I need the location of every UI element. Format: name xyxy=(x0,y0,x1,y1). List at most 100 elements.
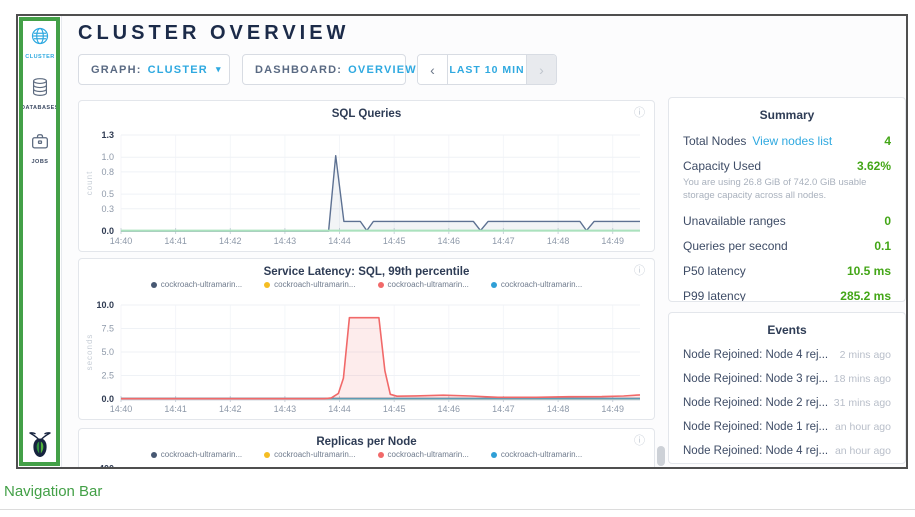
time-next-button[interactable]: › xyxy=(526,55,556,84)
graph-dropdown-label: GRAPH: xyxy=(91,64,142,76)
svg-text:14:40: 14:40 xyxy=(110,404,133,414)
chart-plot[interactable]: 14:4014:4114:4214:4314:4414:4514:4614:47… xyxy=(83,125,650,249)
svg-text:14:46: 14:46 xyxy=(438,404,461,414)
legend-dot-icon xyxy=(378,452,384,458)
app-window: CLUSTER DATABASES xyxy=(16,14,908,469)
dashboard-dropdown[interactable]: DASHBOARD: OVERVIEW ▾ xyxy=(242,54,406,85)
summary-row: P99 latency 285.2 ms xyxy=(683,289,891,302)
svg-text:0.3: 0.3 xyxy=(101,204,114,214)
svg-text:14:43: 14:43 xyxy=(274,236,297,246)
events-panel: Events Node Rejoined: Node 4 rej... 2 mi… xyxy=(668,312,906,464)
svg-text:5.0: 5.0 xyxy=(101,347,114,357)
event-row[interactable]: Node Rejoined: Node 2 rej... 31 mins ago xyxy=(683,397,891,409)
event-row[interactable]: Node Rejoined: Node 1 rej... an hour ago xyxy=(683,421,891,433)
sidebar-item-databases[interactable]: DATABASES xyxy=(18,76,62,111)
briefcase-icon xyxy=(18,130,62,157)
page-title: CLUSTER OVERVIEW xyxy=(78,22,349,45)
total-nodes-label: Total NodesView nodes list xyxy=(683,134,832,148)
info-icon[interactable]: ⓘ xyxy=(634,266,645,277)
total-nodes-value: 4 xyxy=(884,134,891,148)
svg-text:14:44: 14:44 xyxy=(328,404,351,414)
chart-title: Service Latency: SQL, 99th percentile xyxy=(79,259,654,278)
dashboard-dropdown-value: OVERVIEW xyxy=(348,64,417,76)
event-row[interactable]: Node Rejoined: Node 4 rej... 2 mins ago xyxy=(683,349,891,361)
graph-dropdown[interactable]: GRAPH: CLUSTER ▾ xyxy=(78,54,230,85)
legend-dot-icon xyxy=(491,282,497,288)
event-row[interactable]: Node Rejoined: Node 4 rej... an hour ago xyxy=(683,445,891,457)
svg-text:14:49: 14:49 xyxy=(601,236,624,246)
time-range-selector: ‹ LAST 10 MIN › xyxy=(417,54,557,85)
chart-title: SQL Queries xyxy=(79,101,654,120)
svg-text:14:43: 14:43 xyxy=(274,404,297,414)
chevron-down-icon: ▾ xyxy=(216,64,222,75)
sidebar: CLUSTER DATABASES xyxy=(18,16,62,467)
sidebar-item-label: CLUSTER xyxy=(18,54,62,60)
svg-text:14:40: 14:40 xyxy=(110,236,133,246)
chart-title: Replicas per Node xyxy=(79,429,654,448)
info-icon[interactable]: ⓘ xyxy=(634,108,645,119)
svg-text:0.0: 0.0 xyxy=(101,226,114,236)
divider xyxy=(0,509,915,510)
legend-dot-icon xyxy=(264,282,270,288)
svg-text:seconds: seconds xyxy=(85,334,94,371)
cockroachdb-logo[interactable] xyxy=(18,430,62,463)
legend-item[interactable]: cockroach-ultramarin... xyxy=(378,450,469,459)
summary-panel: Summary Total NodesView nodes list 4 Cap… xyxy=(668,97,906,302)
summary-title: Summary xyxy=(683,108,891,122)
capacity-note: You are using 26.8 GiB of 742.0 GiB usab… xyxy=(683,177,891,203)
legend-item[interactable]: cockroach-ultramarin... xyxy=(264,280,355,289)
sidebar-item-jobs[interactable]: JOBS xyxy=(18,130,62,165)
svg-text:1.0: 1.0 xyxy=(101,152,114,162)
summary-row: Queries per second 0.1 xyxy=(683,239,891,253)
svg-text:400: 400 xyxy=(99,464,114,469)
scrollbar[interactable] xyxy=(657,446,665,466)
screenshot-page: CLUSTER DATABASES xyxy=(0,0,915,517)
svg-text:1.3: 1.3 xyxy=(101,130,114,140)
svg-text:10.0: 10.0 xyxy=(96,300,114,310)
sidebar-item-cluster[interactable]: CLUSTER xyxy=(18,25,62,60)
legend-item[interactable]: cockroach-ultramarin... xyxy=(378,280,469,289)
svg-text:14:45: 14:45 xyxy=(383,404,406,414)
capacity-label: Capacity Used xyxy=(683,159,761,173)
legend-dot-icon xyxy=(264,452,270,458)
chart-plot[interactable]: 14:4014:4114:4214:4314:4414:4514:4614:47… xyxy=(83,299,650,417)
graph-dropdown-value: CLUSTER xyxy=(148,64,208,76)
summary-row-capacity: Capacity Used 3.62% xyxy=(683,159,891,173)
svg-text:14:48: 14:48 xyxy=(547,404,570,414)
legend-dot-icon xyxy=(151,282,157,288)
legend-item[interactable]: cockroach-ultramarin... xyxy=(491,450,582,459)
event-row[interactable]: Node Rejoined: Node 3 rej... 18 mins ago xyxy=(683,373,891,385)
svg-text:2.5: 2.5 xyxy=(101,371,114,381)
legend-item[interactable]: cockroach-ultramarin... xyxy=(491,280,582,289)
time-prev-button[interactable]: ‹ xyxy=(418,55,448,84)
chart-legend: cockroach-ultramarin... cockroach-ultrama… xyxy=(79,450,654,459)
events-title: Events xyxy=(683,323,891,337)
view-nodes-list-link[interactable]: View nodes list xyxy=(752,134,832,148)
globe-icon xyxy=(18,25,62,52)
service-latency-chart-panel: Service Latency: SQL, 99th percentile ⓘ … xyxy=(78,258,655,420)
chart-plot[interactable]: 400 xyxy=(83,463,650,469)
svg-text:0.0: 0.0 xyxy=(101,394,114,404)
legend-item[interactable]: cockroach-ultramarin... xyxy=(151,280,242,289)
legend-item[interactable]: cockroach-ultramarin... xyxy=(264,450,355,459)
legend-dot-icon xyxy=(151,452,157,458)
summary-row-total-nodes: Total NodesView nodes list 4 xyxy=(683,134,891,148)
database-icon xyxy=(18,76,62,103)
svg-text:7.5: 7.5 xyxy=(101,324,114,334)
dashboard-dropdown-label: DASHBOARD: xyxy=(255,64,342,76)
sidebar-item-label: DATABASES xyxy=(18,105,62,111)
svg-text:0.8: 0.8 xyxy=(101,167,114,177)
svg-text:0.5: 0.5 xyxy=(101,189,114,199)
svg-text:14:45: 14:45 xyxy=(383,236,406,246)
chart-legend: cockroach-ultramarin... cockroach-ultrama… xyxy=(79,280,654,289)
svg-text:14:41: 14:41 xyxy=(164,236,187,246)
legend-dot-icon xyxy=(491,452,497,458)
svg-text:14:42: 14:42 xyxy=(219,404,242,414)
info-icon[interactable]: ⓘ xyxy=(634,436,645,447)
svg-text:14:47: 14:47 xyxy=(492,236,515,246)
annotation-label: Navigation Bar xyxy=(4,483,102,500)
svg-text:14:44: 14:44 xyxy=(328,236,351,246)
time-range-value[interactable]: LAST 10 MIN xyxy=(448,55,526,84)
svg-text:14:47: 14:47 xyxy=(492,404,515,414)
legend-item[interactable]: cockroach-ultramarin... xyxy=(151,450,242,459)
